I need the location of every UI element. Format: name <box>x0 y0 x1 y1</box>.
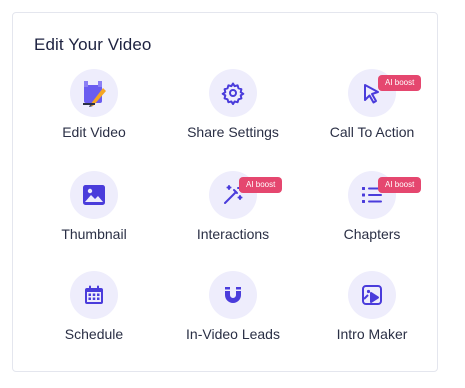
tile-label: Interactions <box>196 226 270 242</box>
share-settings-tile[interactable]: Share Settings <box>163 69 303 159</box>
tile-label: In-Video Leads <box>186 326 280 342</box>
video-intro-icon <box>348 271 396 319</box>
tile-label: Share Settings <box>187 124 279 140</box>
card-title: Edit Your Video <box>34 35 152 54</box>
edit-video-card: Edit Your Video Edit Video Share Setting… <box>12 12 438 372</box>
tile-label: Chapters <box>343 226 401 242</box>
chapters-tile[interactable]: AI boost Chapters <box>302 171 442 261</box>
tile-label: Schedule <box>64 326 124 342</box>
image-icon <box>70 171 118 219</box>
tile-label: Intro Maker <box>336 326 408 342</box>
edit-video-tile[interactable]: Edit Video <box>24 69 164 159</box>
edit-video-icon <box>70 69 118 117</box>
tile-label: Edit Video <box>62 124 126 140</box>
schedule-tile[interactable]: Schedule <box>24 271 164 361</box>
magnet-icon <box>209 271 257 319</box>
call-to-action-tile[interactable]: AI boost Call To Action <box>302 69 442 159</box>
interactions-tile[interactable]: AI boost Interactions <box>163 171 303 261</box>
gear-icon <box>209 69 257 117</box>
intro-maker-tile[interactable]: Intro Maker <box>302 271 442 361</box>
thumbnail-tile[interactable]: Thumbnail <box>24 171 164 261</box>
calendar-icon <box>70 271 118 319</box>
ai-boost-badge: AI boost <box>239 177 283 193</box>
ai-boost-badge: AI boost <box>378 75 422 91</box>
in-video-leads-tile[interactable]: In-Video Leads <box>163 271 303 361</box>
tile-label: Call To Action <box>329 124 415 140</box>
ai-boost-badge: AI boost <box>378 177 422 193</box>
edit-options-grid: Edit Video Share Settings AI boost Call … <box>13 69 439 369</box>
tile-label: Thumbnail <box>61 226 127 242</box>
